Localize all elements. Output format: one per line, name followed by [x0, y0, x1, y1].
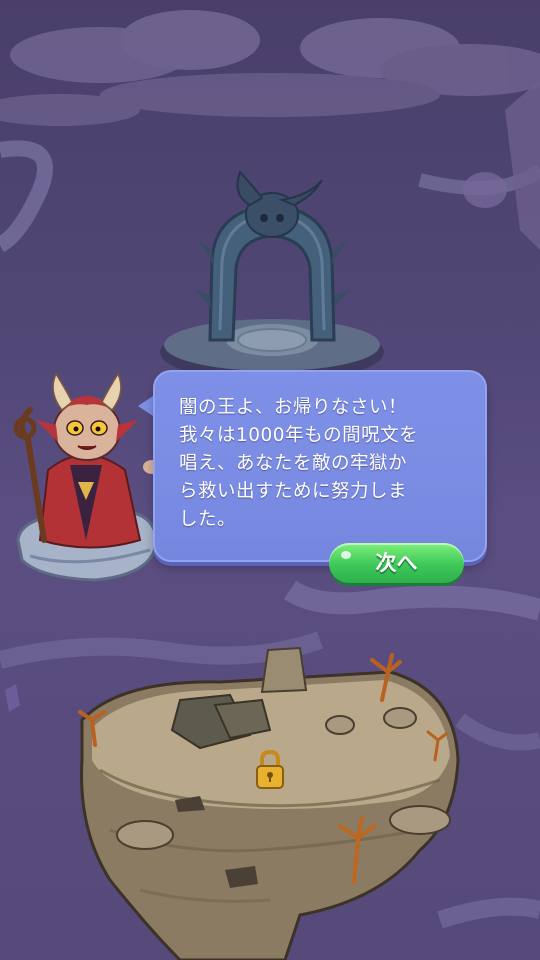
next-button[interactable]: 次へ: [329, 543, 464, 583]
game-map-scene: 闇の王よ、お帰りなさい！ 我々は1000年もの間呪文を 唱え、あなたを敵の牢獄か…: [0, 0, 540, 960]
button-shine: [341, 551, 351, 559]
next-button-label: 次へ: [375, 551, 418, 575]
dialog-text: 闇の王よ、お帰りなさい！ 我々は1000年もの間呪文を 唱え、あなたを敵の牢獄か…: [179, 397, 419, 530]
dialog-bubble: 闇の王よ、お帰りなさい！ 我々は1000年もの間呪文を 唱え、あなたを敵の牢獄か…: [153, 370, 487, 562]
